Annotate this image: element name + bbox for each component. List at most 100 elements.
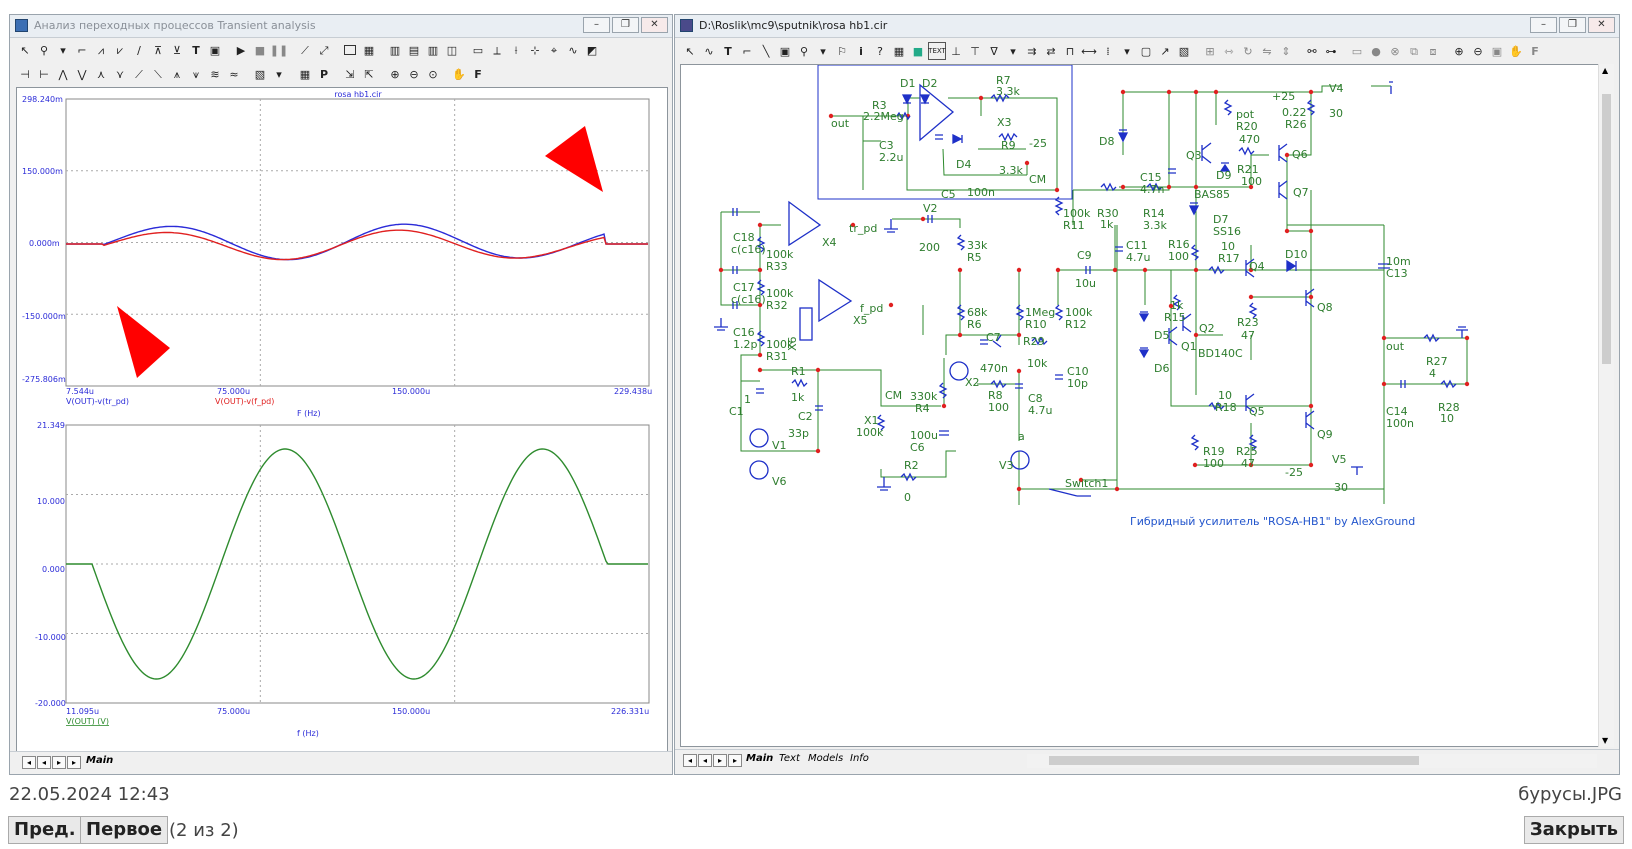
hscroll-thumb[interactable] (1049, 756, 1419, 765)
flag-icon[interactable]: ⚐ (833, 42, 851, 60)
clipboard-icon[interactable]: ▧ (251, 65, 269, 83)
first-button[interactable]: Первое (80, 816, 169, 844)
pan-icon[interactable]: ✋ (450, 65, 468, 83)
cursor-mode-icon[interactable]: ⚲ (35, 41, 53, 59)
text-tool-icon[interactable]: T (187, 41, 205, 59)
peak-right-icon[interactable]: ⋏ (92, 65, 110, 83)
schem-pan-icon[interactable]: ✋ (1507, 42, 1525, 60)
pin-conn-icon[interactable]: ⟷ (1080, 42, 1098, 60)
layout2-icon[interactable]: ▤ (405, 41, 423, 59)
slope-tool-icon[interactable]: ∕ (130, 41, 148, 59)
cursor-label-icon[interactable]: ⇲ (341, 65, 359, 83)
close-viewer-button[interactable]: Закрыть (1523, 816, 1624, 844)
schem-tab-next[interactable]: ▸ (713, 754, 727, 767)
transient-analysis-window[interactable]: Анализ переходных процессов Transient an… (9, 14, 673, 775)
mirror-icon[interactable]: ⇿ (1220, 42, 1238, 60)
plots-canvas[interactable]: rosa hb1.cir 298.240m 150.000m 0.000m -1… (17, 88, 667, 753)
schem-tab-text[interactable]: Text (779, 753, 800, 764)
font-icon[interactable]: F (469, 65, 487, 83)
schem-minimize-button[interactable]: – (1530, 17, 1557, 33)
help-icon[interactable]: ? (871, 42, 889, 60)
split-icon[interactable]: ⇕ (1277, 42, 1295, 60)
stop-icon[interactable]: ■ (251, 41, 269, 59)
data-points-icon[interactable]: ⊹ (526, 41, 544, 59)
vscroll-thumb[interactable] (1602, 94, 1611, 364)
current-icon[interactable]: ⇉ (1023, 42, 1041, 60)
layout3-icon[interactable]: ▥ (424, 41, 442, 59)
condition-icon[interactable]: ⊓ (1061, 42, 1079, 60)
node-num-icon[interactable]: ⊤ (966, 42, 984, 60)
pin-icon[interactable]: ⊥ (947, 42, 965, 60)
zoom-out-icon[interactable]: ⊖ (405, 65, 423, 83)
dd2-icon[interactable]: ▾ (1118, 42, 1136, 60)
comment-icon[interactable]: ▭ (1348, 42, 1366, 60)
schem-tab-info[interactable]: Info (850, 753, 869, 764)
layout4-icon[interactable]: ◫ (443, 41, 461, 59)
schem-text-icon[interactable]: T (719, 42, 737, 60)
run-icon[interactable]: ▶ (232, 41, 250, 59)
binoculars-icon[interactable]: ⊶ (1322, 42, 1340, 60)
find-icon[interactable]: ⚯ (1303, 42, 1321, 60)
prev-button[interactable]: Пред. (8, 816, 82, 844)
dropdown-icon[interactable]: ▾ (54, 41, 72, 59)
paste-icon[interactable]: ⧈ (1424, 42, 1442, 60)
waveform-tool-icon[interactable]: ⌐ (73, 41, 91, 59)
schem-tab-models[interactable]: Models (808, 753, 843, 764)
plot-pane[interactable]: rosa hb1.cir 298.240m 150.000m 0.000m -1… (16, 87, 668, 754)
tab-scroll-next[interactable]: ▸ (52, 756, 66, 769)
diag-wire-icon[interactable]: ╲ (757, 42, 775, 60)
schem-tab-prev[interactable]: ◂ (698, 754, 712, 767)
stop-schem-icon[interactable]: ⊗ (1386, 42, 1404, 60)
cursor-left-icon[interactable]: ⊣ (16, 65, 34, 83)
peak-left-icon[interactable]: ⋀ (54, 65, 72, 83)
pause-icon[interactable]: ❚❚ (270, 41, 288, 59)
valley-right-icon[interactable]: ⋎ (111, 65, 129, 83)
global-icon[interactable]: ≈ (225, 65, 243, 83)
plot-frame-icon[interactable] (341, 41, 359, 59)
cursor-schem-icon[interactable]: ↗ (1156, 42, 1174, 60)
clipboard-dropdown-icon[interactable]: ▾ (270, 65, 288, 83)
copy-icon[interactable]: ⧉ (1405, 42, 1423, 60)
marker-icon[interactable]: ⌖ (545, 41, 563, 59)
node-select-icon[interactable]: ⚲ (795, 42, 813, 60)
high-tool-icon[interactable]: ⊼ (149, 41, 167, 59)
camera-icon[interactable]: ▣ (1488, 42, 1506, 60)
schem-tab-main[interactable]: Main (746, 753, 773, 764)
ortho-wire-icon[interactable]: ⌐ (738, 42, 756, 60)
tab-scroll-prev[interactable]: ◂ (37, 756, 51, 769)
high-icon[interactable]: ⩚ (168, 65, 186, 83)
props-schem-icon[interactable]: ▧ (1175, 42, 1193, 60)
tab-scroll-last[interactable]: ▸ (67, 756, 81, 769)
layout1-icon[interactable]: ▥ (386, 41, 404, 59)
low-tool-icon[interactable]: ⊻ (168, 41, 186, 59)
schematic-canvas[interactable]: D1 D2 R7 3.3k R3 2.2Meg out X3 C3 2.2u R… (681, 65, 1599, 746)
color-icon[interactable]: ■ (909, 42, 927, 60)
line-tool-icon[interactable]: ⟋ (296, 41, 314, 59)
schem-maximize-button[interactable]: ❐ (1559, 17, 1586, 33)
slope-right-icon[interactable]: ⟍ (149, 65, 167, 83)
right-titlebar[interactable]: D:\Roslik\mc9\sputnik\rosa hb1.cir – ❐ ✕ (675, 15, 1619, 38)
grid-toggle-icon[interactable]: ⁞ (1099, 42, 1117, 60)
minimize-button[interactable]: – (583, 17, 610, 33)
schem-tab-first[interactable]: ◂ (683, 754, 697, 767)
cursor-right-icon[interactable]: ⊢ (35, 65, 53, 83)
text-toggle-icon[interactable]: TEXT (928, 42, 946, 60)
warn-icon[interactable]: ● (1367, 42, 1385, 60)
wire-icon[interactable]: ∿ (700, 42, 718, 60)
cursor-label2-icon[interactable]: ⇱ (360, 65, 378, 83)
valley-tool-icon[interactable]: ⩗ (111, 41, 129, 59)
schem-close-button[interactable]: ✕ (1588, 17, 1615, 33)
properties-icon[interactable]: ▣ (206, 41, 224, 59)
vertical-icon[interactable]: ⟊ (507, 41, 525, 59)
horizontal-icon[interactable]: ⟂ (488, 41, 506, 59)
low-icon[interactable]: ⩛ (187, 65, 205, 83)
schem-tab-last[interactable]: ▸ (728, 754, 742, 767)
select-arrow-icon[interactable]: ↖ (16, 41, 34, 59)
node-dropdown-icon[interactable]: ▾ (814, 42, 832, 60)
inflection-icon[interactable]: ≋ (206, 65, 224, 83)
grid-icon[interactable]: ▦ (360, 41, 378, 59)
info-icon[interactable]: i (852, 42, 870, 60)
power-icon[interactable]: ⇄ (1042, 42, 1060, 60)
maximize-button[interactable]: ❐ (612, 17, 639, 33)
flip-icon[interactable]: ⇋ (1258, 42, 1276, 60)
